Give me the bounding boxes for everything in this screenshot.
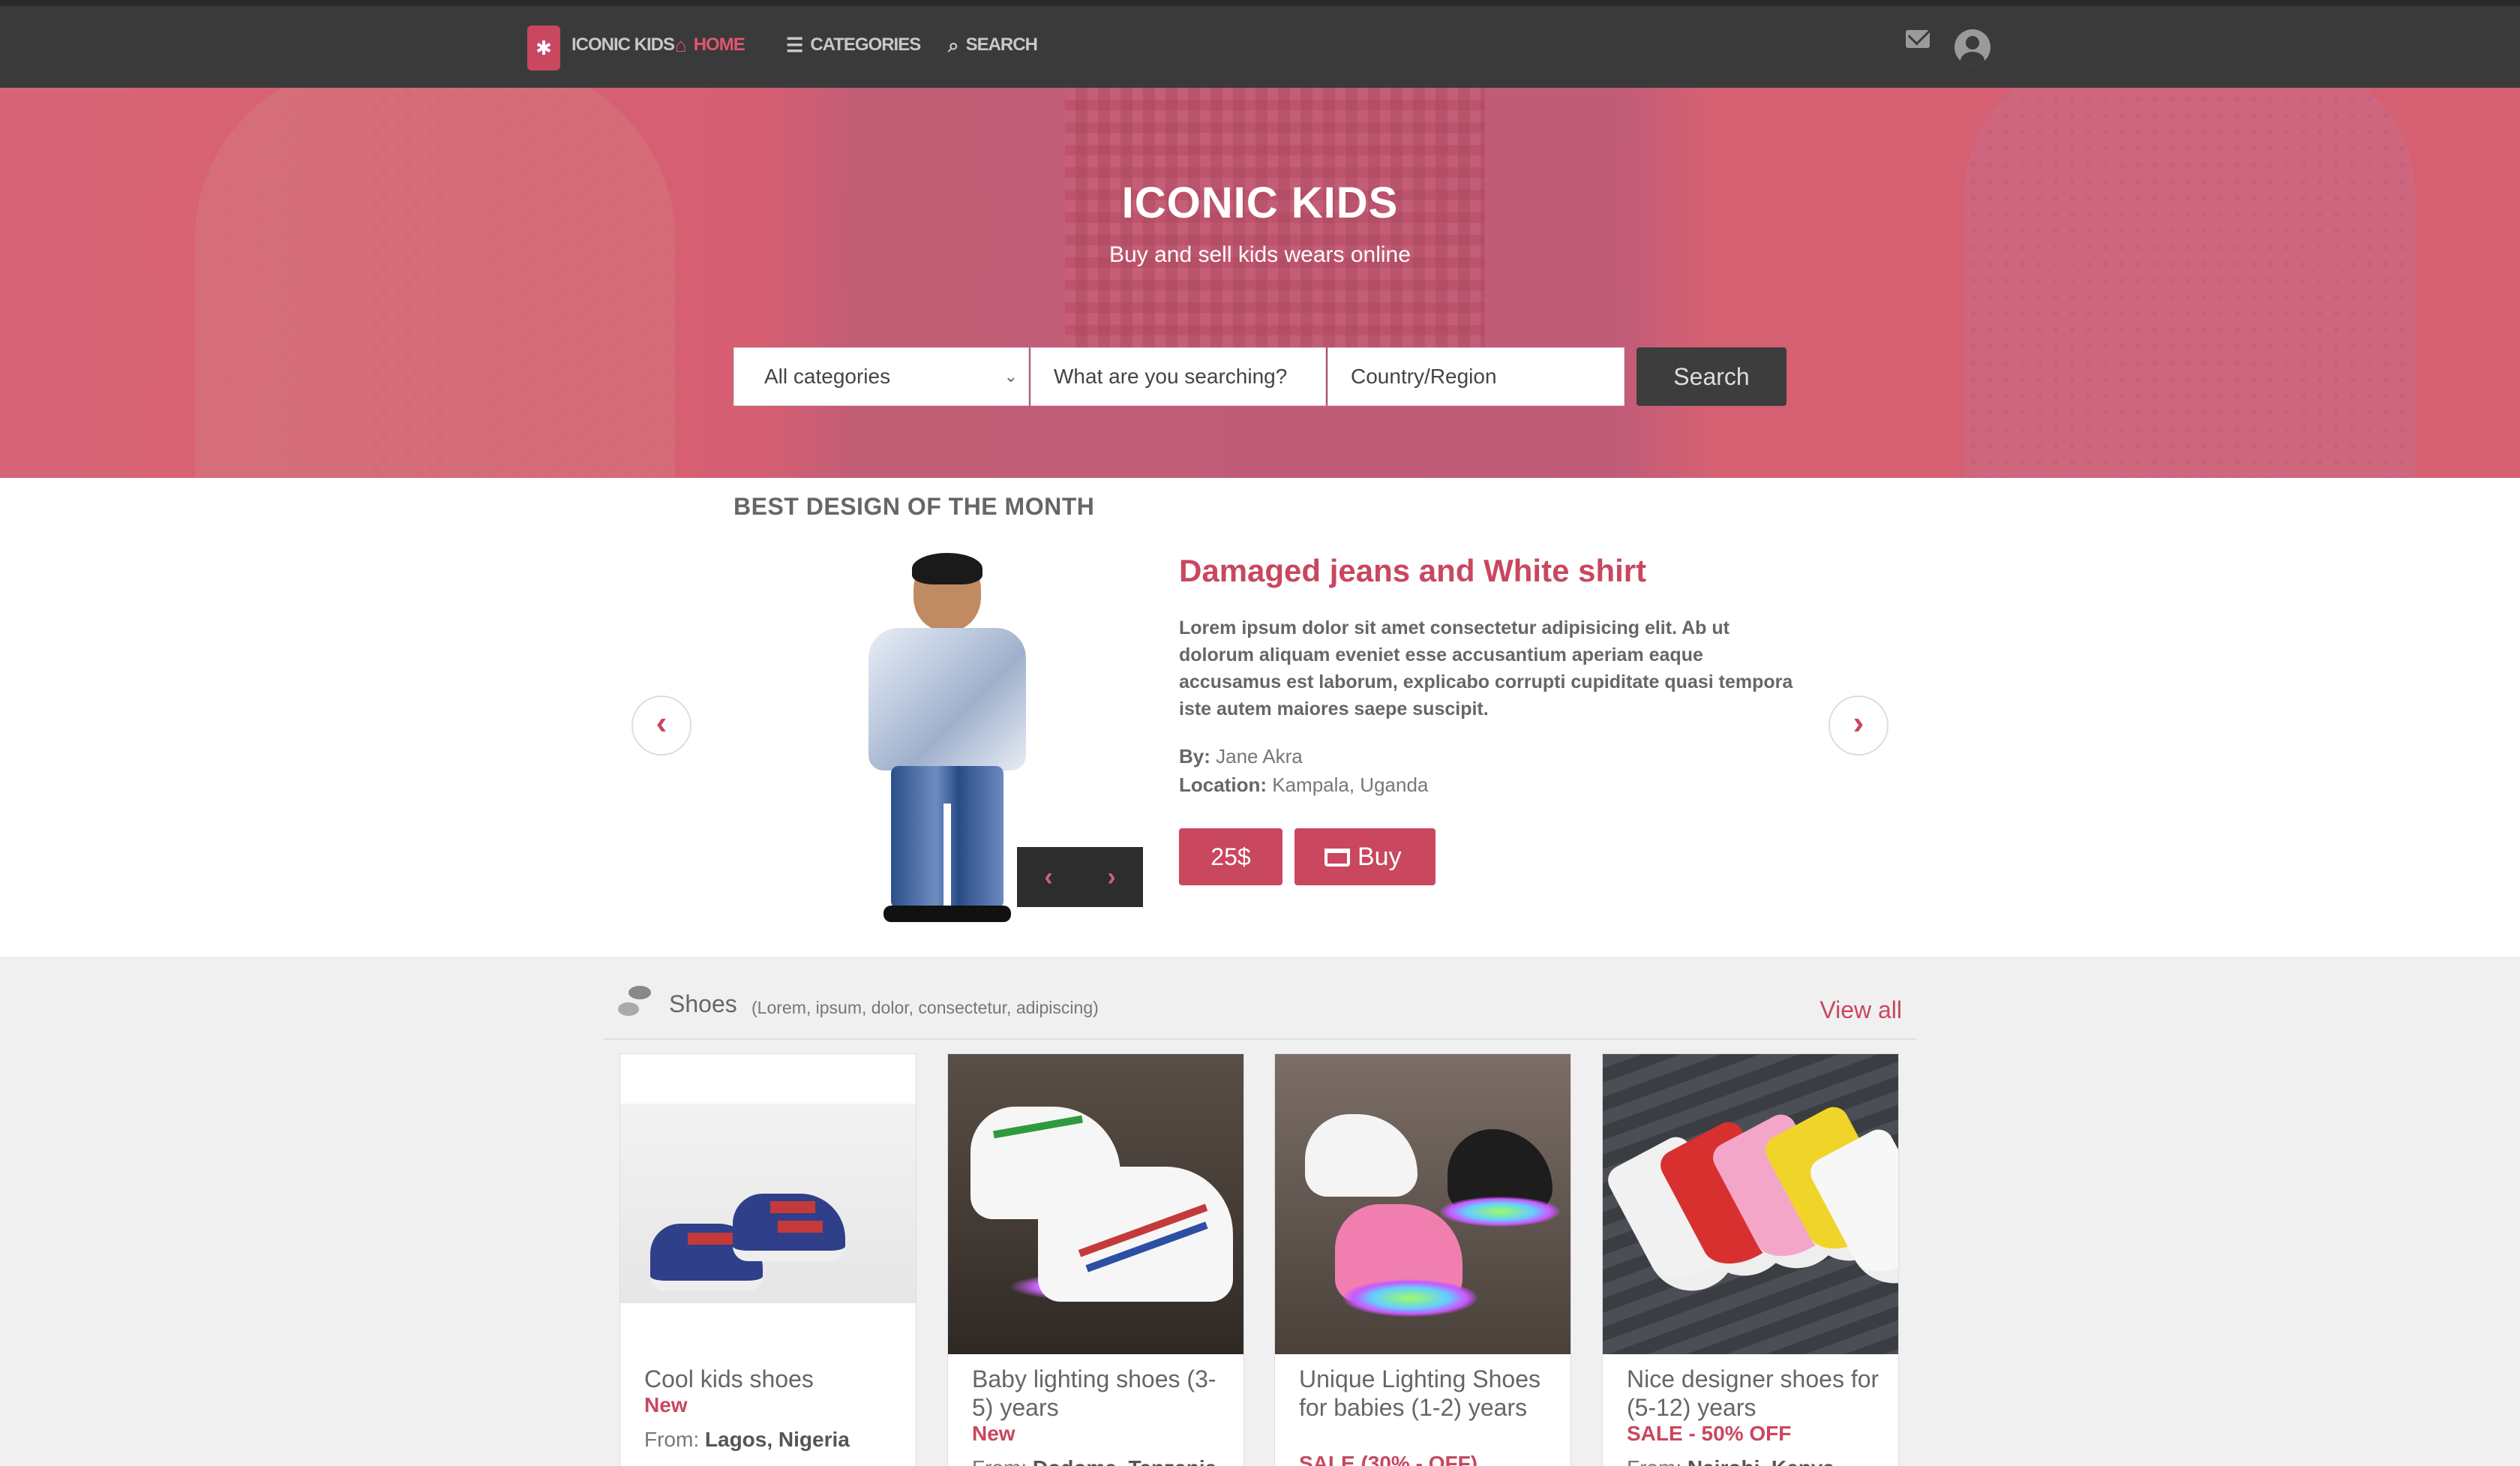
image-prev-button[interactable]: ‹ xyxy=(1044,863,1052,892)
section-title: Shoes xyxy=(669,990,737,1017)
product-location: Location: Kampala, Uganda xyxy=(1179,774,1428,797)
kid-shirt xyxy=(868,628,1026,771)
cart-icon xyxy=(1324,849,1350,867)
origin-value: Lagos, Nigeria xyxy=(704,1428,850,1451)
brand-label: ICONIC KIDS xyxy=(572,35,675,55)
thumbnail-background xyxy=(620,1104,916,1303)
shoe-strap xyxy=(770,1201,815,1213)
hero-overlay xyxy=(0,88,2520,478)
origin-label: From: xyxy=(1627,1456,1682,1466)
product-title[interactable]: Damaged jeans and White shirt xyxy=(1179,553,1646,589)
product-name[interactable]: Cool kids shoes xyxy=(644,1365,899,1393)
carousel-next-button[interactable]: › xyxy=(1828,695,1888,756)
author-value: Jane Akra xyxy=(1216,745,1303,768)
kid-shoes xyxy=(884,906,1011,922)
category-select-value: All categories xyxy=(764,365,891,388)
kid-hair xyxy=(912,553,982,584)
brand-name[interactable]: ICONIC KIDS xyxy=(572,30,675,60)
category-select[interactable]: All categories ⌄ xyxy=(734,347,1029,406)
product-origin: From: Dodoma, Tanzania xyxy=(972,1456,1216,1466)
origin-value: Dodoma, Tanzania xyxy=(1033,1456,1216,1466)
footprints-icon xyxy=(618,986,651,1019)
product-tag: SALE (30% - OFF) xyxy=(1299,1452,1478,1466)
nav-categories-link[interactable]: ☰ CATEGORIES xyxy=(786,30,921,60)
nav-home-label: HOME xyxy=(693,35,746,55)
footprint-b xyxy=(618,1002,639,1016)
image-pager: ‹ › xyxy=(1017,847,1143,907)
top-navbar: ✱ ICONIC KIDS ⌂ HOME ☰ CATEGORIES ⌕ SEAR… xyxy=(0,0,2520,88)
product-card[interactable]: Unique Lighting Shoes for babies (1-2) y… xyxy=(1274,1053,1571,1466)
product-name[interactable]: Unique Lighting Shoes for babies (1-2) y… xyxy=(1299,1365,1554,1422)
nav-search-link[interactable]: ⌕ SEARCH xyxy=(948,30,1038,60)
search-icon: ⌕ xyxy=(948,34,959,56)
product-name[interactable]: Nice designer shoes for (5-12) years xyxy=(1627,1365,1882,1422)
hero-subtitle: Buy and sell kids wears online xyxy=(1109,242,1411,267)
product-thumbnail[interactable] xyxy=(1275,1054,1570,1354)
product-origin: From: Nairobi, Kenya xyxy=(1627,1456,1834,1466)
hero-title: ICONIC KIDS xyxy=(1121,179,1399,227)
buy-button[interactable]: Buy xyxy=(1294,828,1436,885)
browser-strip xyxy=(0,0,2520,6)
search-input[interactable]: What are you searching? xyxy=(1030,347,1326,406)
avatar-body xyxy=(1960,52,1984,65)
mail-icon[interactable] xyxy=(1906,30,1930,48)
list-icon: ☰ xyxy=(786,34,803,56)
product-name[interactable]: Baby lighting shoes (3-5) years xyxy=(972,1365,1227,1422)
product-thumbnail[interactable] xyxy=(948,1054,1244,1354)
led-glow xyxy=(1342,1279,1478,1317)
buy-label: Buy xyxy=(1358,843,1402,871)
product-thumbnail[interactable] xyxy=(1603,1054,1898,1354)
nav-home-link[interactable]: ⌂ HOME xyxy=(675,30,746,60)
product-tag: SALE - 50% OFF xyxy=(1627,1422,1792,1445)
section-heading: BEST DESIGN OF THE MONTH xyxy=(734,493,1095,520)
home-icon: ⌂ xyxy=(675,34,687,56)
origin-label: From: xyxy=(972,1456,1027,1466)
search-button[interactable]: Search xyxy=(1636,347,1786,406)
product-description: Lorem ipsum dolor sit amet consectetur a… xyxy=(1179,617,1793,719)
product-card[interactable]: Nice designer shoes for (5-12) years SAL… xyxy=(1602,1053,1899,1466)
product-tag: New xyxy=(644,1393,688,1416)
price-button[interactable]: 25$ xyxy=(1179,828,1282,885)
user-avatar-icon[interactable] xyxy=(1954,29,1990,65)
brand-logo-icon[interactable]: ✱ xyxy=(527,26,560,71)
shoe-shape xyxy=(1305,1114,1418,1197)
shoe-strap xyxy=(688,1233,733,1245)
hero-banner: ICONIC KIDS Buy and sell kids wears onli… xyxy=(0,88,2520,478)
product-thumbnail[interactable] xyxy=(620,1054,916,1354)
best-design-section: BEST DESIGN OF THE MONTH ‹ › ‹ › Damaged… xyxy=(0,478,2520,957)
location-label: Location: xyxy=(1179,774,1267,796)
kid-legs-gap xyxy=(944,804,951,909)
product-tag: New xyxy=(972,1422,1016,1445)
led-glow xyxy=(1440,1197,1560,1227)
footprint-a xyxy=(628,986,651,999)
carousel-prev-button[interactable]: ‹ xyxy=(632,695,692,756)
shoe-strap xyxy=(778,1221,823,1233)
origin-value: Nairobi, Kenya xyxy=(1688,1456,1834,1466)
location-input[interactable]: Country/Region xyxy=(1328,347,1624,406)
product-card[interactable]: Baby lighting shoes (3-5) years New From… xyxy=(947,1053,1244,1466)
author-label: By: xyxy=(1179,745,1210,768)
nav-categories-label: CATEGORIES xyxy=(810,35,921,55)
product-origin: From: Lagos, Nigeria xyxy=(644,1428,850,1452)
location-value: Kampala, Uganda xyxy=(1272,774,1429,796)
shoes-section-header: Shoes (Lorem, ipsum, dolor, consectetur,… xyxy=(604,975,1916,1040)
product-card[interactable]: Cool kids shoes New From: Lagos, Nigeria xyxy=(620,1053,916,1466)
chevron-down-icon: ⌄ xyxy=(1004,367,1018,386)
search-input-placeholder: What are you searching? xyxy=(1054,365,1288,388)
image-next-button[interactable]: › xyxy=(1107,863,1115,892)
section-subtitle: (Lorem, ipsum, dolor, consectetur, adipi… xyxy=(752,998,1099,1017)
location-input-placeholder: Country/Region xyxy=(1351,365,1497,388)
view-all-link[interactable]: View all xyxy=(1820,996,1902,1024)
origin-label: From: xyxy=(644,1428,700,1451)
avatar-head xyxy=(1966,36,1979,50)
product-author: By: Jane Akra xyxy=(1179,745,1303,768)
nav-search-label: SEARCH xyxy=(965,35,1038,55)
